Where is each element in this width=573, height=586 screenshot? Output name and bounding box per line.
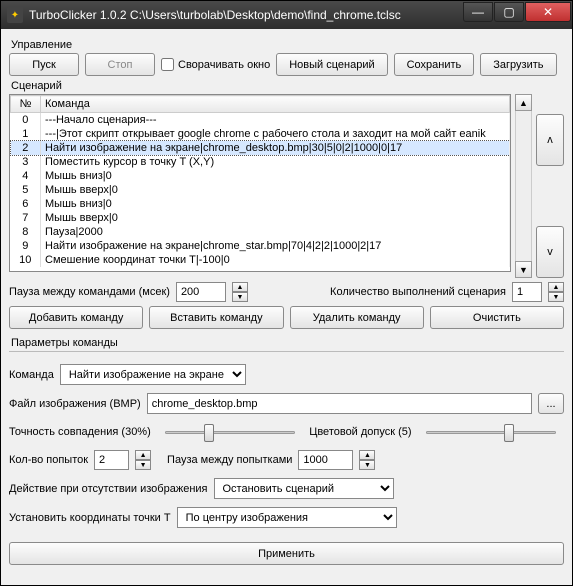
row-command: ---Начало сценария--- xyxy=(41,113,510,128)
scroll-down-icon[interactable]: ▼ xyxy=(515,261,532,278)
scenario-table[interactable]: № Команда 0---Начало сценария---1---|Это… xyxy=(9,94,511,272)
start-button[interactable]: Пуск xyxy=(9,53,79,76)
table-row[interactable]: 5Мышь вверх|0 xyxy=(11,183,510,197)
titlebar[interactable]: ✦ TurboClicker 1.0.2 C:\Users\turbolab\D… xyxy=(1,1,572,29)
on-missing-label: Действие при отсутствии изображения xyxy=(9,483,208,495)
app-window: ✦ TurboClicker 1.0.2 C:\Users\turbolab\D… xyxy=(0,0,573,586)
row-command: Мышь вверх|0 xyxy=(41,183,510,197)
accuracy-slider[interactable] xyxy=(157,422,303,442)
scroll-up-icon[interactable]: ▲ xyxy=(515,94,532,111)
attempts-label: Кол-во попыток xyxy=(9,454,88,466)
row-number: 0 xyxy=(11,113,41,128)
new-scenario-button[interactable]: Новый сценарий xyxy=(276,53,387,76)
color-tolerance-slider[interactable] xyxy=(418,422,564,442)
minimize-checkbox[interactable] xyxy=(161,58,174,71)
coord-select[interactable]: По центру изображения xyxy=(177,507,397,528)
stop-button[interactable]: Стоп xyxy=(85,53,155,76)
row-command: ---|Этот скрипт открывает google chrome … xyxy=(41,127,510,141)
table-row[interactable]: 3Поместить курсор в точку T (X,Y) xyxy=(11,155,510,169)
move-down-button[interactable]: ᴠ xyxy=(536,226,564,278)
file-input[interactable] xyxy=(147,393,532,414)
row-command: Пауза|2000 xyxy=(41,225,510,239)
accuracy-label: Точность совпадения (30%) xyxy=(9,426,151,438)
runs-input[interactable] xyxy=(512,282,542,302)
minimize-checkbox-label: Сворачивать окно xyxy=(178,59,270,71)
row-command: Поместить курсор в точку T (X,Y) xyxy=(41,155,510,169)
apply-button[interactable]: Применить xyxy=(9,542,564,565)
minimize-checkbox-row[interactable]: Сворачивать окно xyxy=(161,58,270,71)
load-button[interactable]: Загрузить xyxy=(480,53,556,76)
delete-command-button[interactable]: Удалить команду xyxy=(290,306,424,329)
table-row[interactable]: 4Мышь вниз|0 xyxy=(11,169,510,183)
row-number: 10 xyxy=(11,253,41,267)
attempts-spinner[interactable]: ▲▼ xyxy=(135,450,151,470)
row-command: Мышь вверх|0 xyxy=(41,211,510,225)
table-row[interactable]: 2Найти изображение на экране|chrome_desk… xyxy=(11,141,510,155)
table-row[interactable]: 9Найти изображение на экране|chrome_star… xyxy=(11,239,510,253)
scenario-section-label: Сценарий xyxy=(11,80,564,92)
add-command-button[interactable]: Добавить команду xyxy=(9,306,143,329)
coord-label: Установить координаты точки T xyxy=(9,512,171,524)
col-number-header[interactable]: № xyxy=(11,96,41,113)
color-tolerance-label: Цветовой допуск (5) xyxy=(309,426,411,438)
command-label: Команда xyxy=(9,369,54,381)
table-row[interactable]: 8Пауза|2000 xyxy=(11,225,510,239)
move-up-button[interactable]: ᴧ xyxy=(536,114,564,166)
row-command: Найти изображение на экране|chrome_deskt… xyxy=(41,141,510,155)
row-command: Мышь вниз|0 xyxy=(41,169,510,183)
app-icon: ✦ xyxy=(7,7,23,23)
row-number: 3 xyxy=(11,155,41,169)
table-row[interactable]: 6Мышь вниз|0 xyxy=(11,197,510,211)
row-number: 9 xyxy=(11,239,41,253)
on-missing-select[interactable]: Остановить сценарий xyxy=(214,478,394,499)
scrollbar[interactable]: ▲ ▼ xyxy=(515,94,532,278)
row-number: 5 xyxy=(11,183,41,197)
clear-button[interactable]: Очистить xyxy=(430,306,564,329)
params-section-label: Параметры команды xyxy=(11,337,564,349)
attempt-pause-label: Пауза между попытками xyxy=(167,454,292,466)
browse-button[interactable]: ... xyxy=(538,393,564,414)
row-number: 2 xyxy=(11,141,41,155)
table-row[interactable]: 10Смешение координат точки T|-100|0 xyxy=(11,253,510,267)
runs-spinner[interactable]: ▲▼ xyxy=(548,282,564,302)
row-command: Мышь вниз|0 xyxy=(41,197,510,211)
table-row[interactable]: 7Мышь вверх|0 xyxy=(11,211,510,225)
pause-spinner[interactable]: ▲▼ xyxy=(232,282,248,302)
minimize-button[interactable]: — xyxy=(463,2,493,22)
save-button[interactable]: Сохранить xyxy=(394,53,475,76)
window-title: TurboClicker 1.0.2 C:\Users\turbolab\Des… xyxy=(29,8,463,22)
close-button[interactable]: ✕ xyxy=(525,2,571,22)
attempt-pause-spinner[interactable]: ▲▼ xyxy=(359,450,375,470)
maximize-button[interactable]: ▢ xyxy=(494,2,524,22)
insert-command-button[interactable]: Вставить команду xyxy=(149,306,283,329)
table-row[interactable]: 0---Начало сценария--- xyxy=(11,113,510,128)
row-number: 6 xyxy=(11,197,41,211)
col-command-header[interactable]: Команда xyxy=(41,96,510,113)
command-select[interactable]: Найти изображение на экране xyxy=(60,364,246,385)
attempt-pause-input[interactable] xyxy=(298,450,353,470)
file-label: Файл изображения (BMP) xyxy=(9,398,141,410)
row-command: Найти изображение на экране|chrome_star.… xyxy=(41,239,510,253)
row-number: 1 xyxy=(11,127,41,141)
control-section-label: Управление xyxy=(11,39,564,51)
table-row[interactable]: 1---|Этот скрипт открывает google chrome… xyxy=(11,127,510,141)
scroll-track[interactable] xyxy=(515,111,532,261)
pause-input[interactable] xyxy=(176,282,226,302)
attempts-input[interactable] xyxy=(94,450,129,470)
row-number: 7 xyxy=(11,211,41,225)
pause-label: Пауза между командами (мсек) xyxy=(9,286,170,298)
row-number: 8 xyxy=(11,225,41,239)
row-command: Смешение координат точки T|-100|0 xyxy=(41,253,510,267)
row-number: 4 xyxy=(11,169,41,183)
runs-label: Количество выполнений сценария xyxy=(330,286,506,298)
